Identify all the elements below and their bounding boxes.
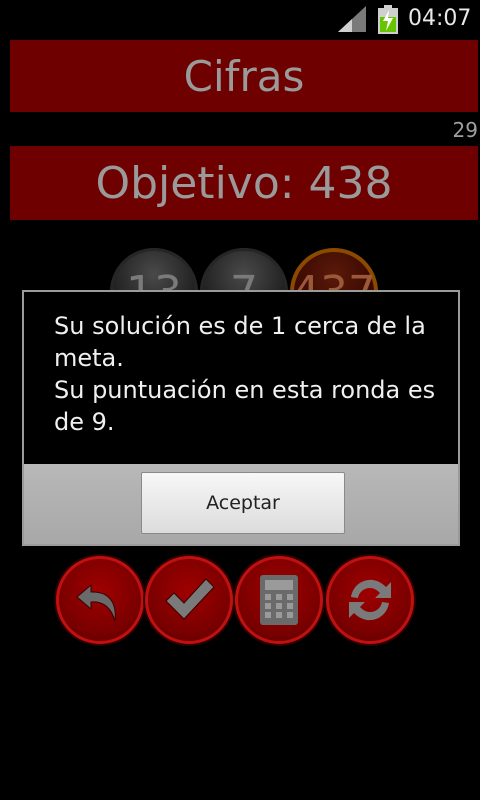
- clock: 04:07: [408, 6, 472, 31]
- dialog-message: Su solución es de 1 cerca de la meta. Su…: [54, 310, 444, 438]
- result-dialog: Su solución es de 1 cerca de la meta. Su…: [22, 290, 460, 546]
- accept-button[interactable]: Aceptar: [141, 472, 345, 534]
- target-banner: Objetivo: 438: [10, 146, 478, 220]
- refresh-icon: [349, 579, 391, 621]
- dialog-footer: Aceptar: [24, 464, 458, 544]
- refresh-button[interactable]: [326, 556, 414, 644]
- signal-icon: [338, 6, 366, 32]
- status-bar: 04:07: [0, 0, 480, 38]
- dialog-line: Su solución es de 1 cerca de la meta.: [54, 312, 426, 372]
- check-icon: [165, 578, 215, 620]
- page-title: Cifras: [10, 40, 478, 112]
- confirm-button[interactable]: [145, 556, 233, 644]
- battery-charging-icon: [378, 5, 398, 34]
- countdown-timer: 29: [452, 118, 478, 142]
- dialog-line: Su puntuación en esta ronda es de 9.: [54, 376, 436, 436]
- calculator-button[interactable]: [235, 556, 323, 644]
- undo-icon: [76, 583, 116, 622]
- undo-button[interactable]: [56, 556, 144, 644]
- calculator-icon: [260, 575, 298, 625]
